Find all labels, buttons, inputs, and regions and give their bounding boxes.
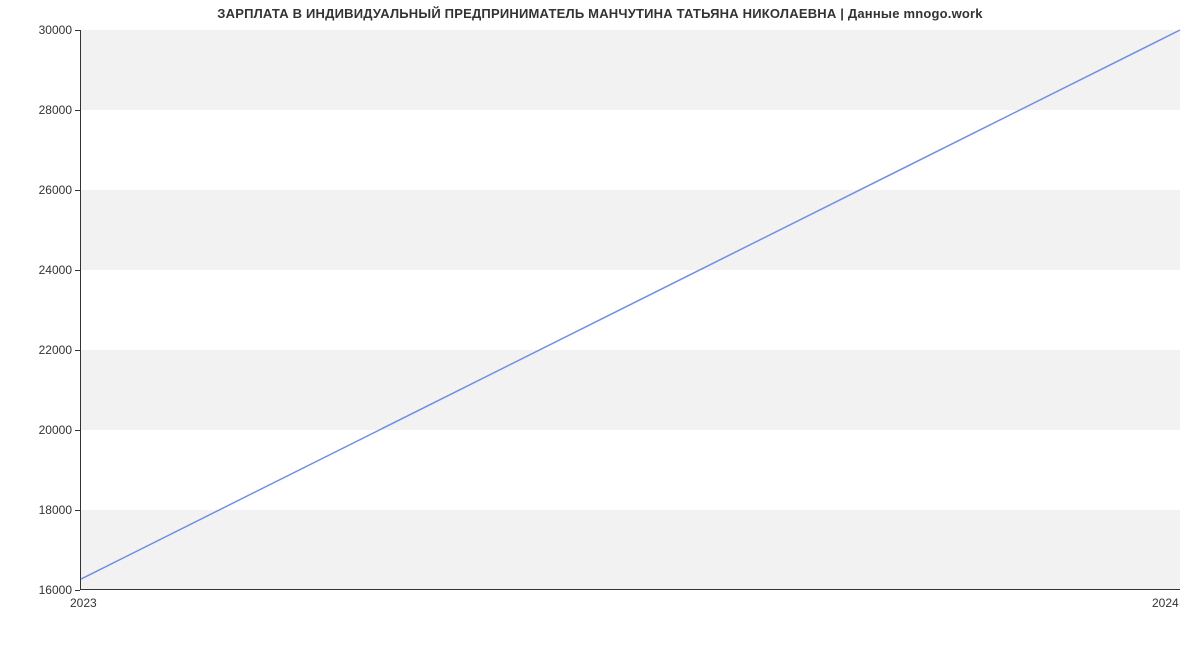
y-tick-label: 24000 (12, 263, 72, 277)
series-line (81, 30, 1180, 579)
y-tick-label: 22000 (12, 343, 72, 357)
chart-svg (81, 30, 1180, 589)
y-tick-mark (75, 590, 80, 591)
y-tick-label: 28000 (12, 103, 72, 117)
x-tick-label: 2023 (70, 596, 97, 610)
y-tick-label: 16000 (12, 583, 72, 597)
y-tick-label: 20000 (12, 423, 72, 437)
y-tick-label: 30000 (12, 23, 72, 37)
chart-container: ЗАРПЛАТА В ИНДИВИДУАЛЬНЫЙ ПРЕДПРИНИМАТЕЛ… (0, 0, 1200, 650)
y-tick-label: 26000 (12, 183, 72, 197)
plot-area (80, 30, 1180, 590)
chart-title: ЗАРПЛАТА В ИНДИВИДУАЛЬНЫЙ ПРЕДПРИНИМАТЕЛ… (0, 6, 1200, 21)
x-tick-label: 2024 (1152, 596, 1179, 610)
y-tick-label: 18000 (12, 503, 72, 517)
